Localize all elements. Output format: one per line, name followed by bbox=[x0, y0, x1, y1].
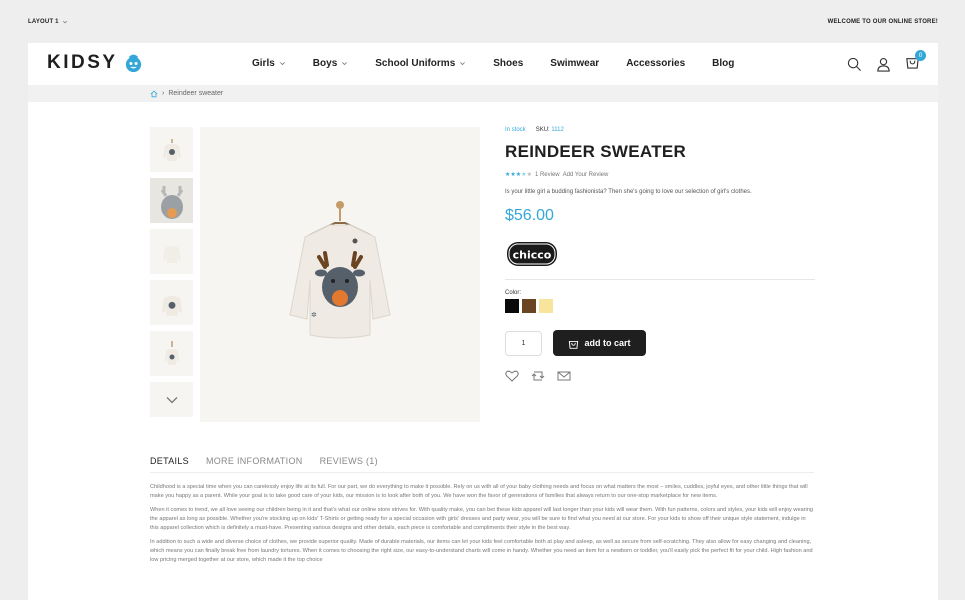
chevron-down-icon bbox=[460, 62, 466, 66]
page: KIDSY Girls Boys School Uniforms Shoes Swimw… bbox=[28, 43, 938, 600]
breadcrumb: › Reindeer sweater bbox=[28, 85, 938, 102]
thumbnail-strip bbox=[150, 127, 193, 423]
reviews-link[interactable]: 1 Review bbox=[535, 172, 560, 178]
tab-more-information[interactable]: MORE INFORMATION bbox=[206, 456, 303, 466]
brand-name: chicco bbox=[513, 249, 552, 262]
thumbnail[interactable] bbox=[150, 127, 193, 172]
product-title: REINDEER SWEATER bbox=[505, 142, 687, 161]
sweater-back-image bbox=[162, 245, 181, 263]
chevron-down-icon[interactable] bbox=[166, 396, 178, 404]
buy-row: add to cart bbox=[505, 330, 817, 356]
compare-icon[interactable] bbox=[531, 370, 545, 382]
details-paragraph: In addition to such a wide and diverse c… bbox=[150, 539, 813, 563]
sku-value: 1112 bbox=[551, 127, 564, 133]
layout-label: LAYOUT 1 bbox=[28, 18, 59, 25]
product-short-description: Is your little girl a budding fashionist… bbox=[505, 189, 752, 195]
nav-item-school-uniforms[interactable]: School Uniforms bbox=[375, 58, 466, 69]
svg-text:✲: ✲ bbox=[311, 311, 317, 319]
nav-item-shoes[interactable]: Shoes bbox=[493, 58, 523, 69]
sku-label: SKU: bbox=[535, 127, 550, 133]
color-label: Color: bbox=[505, 290, 522, 296]
add-review-link[interactable]: Add Your Review bbox=[563, 172, 609, 178]
breadcrumb-current: Reindeer sweater bbox=[168, 90, 224, 97]
rating-stars: ★★★★★ bbox=[505, 171, 532, 178]
chevron-down-icon bbox=[279, 62, 285, 66]
sweater-image bbox=[162, 138, 181, 161]
cart-button[interactable]: 0 bbox=[905, 50, 926, 74]
stock-status: In stock bbox=[505, 127, 526, 133]
nav-item-swimwear[interactable]: Swimwear bbox=[550, 58, 599, 69]
logo-text: KIDSY bbox=[47, 52, 118, 73]
cart-bag-icon bbox=[569, 340, 579, 349]
user-icon[interactable] bbox=[876, 57, 891, 72]
quantity-input[interactable] bbox=[505, 330, 542, 356]
color-swatch[interactable] bbox=[539, 299, 553, 313]
product-info: In stock SKU: 1112 REINDEER SWEATER ★★★★… bbox=[505, 127, 817, 382]
thumbnail[interactable] bbox=[150, 382, 193, 417]
thumbnail[interactable] bbox=[150, 178, 193, 223]
details-content: Childhood is a special time when you can… bbox=[150, 483, 814, 570]
thumbnail[interactable] bbox=[150, 280, 193, 325]
nav-item-label: Accessories bbox=[626, 58, 686, 69]
nav-item-blog[interactable]: Blog bbox=[712, 58, 734, 69]
stock-line: In stock SKU: 1112 bbox=[505, 127, 817, 133]
divider bbox=[505, 279, 815, 280]
nav-item-label: Shoes bbox=[493, 58, 524, 69]
details-paragraph: When it comes to trend, we all love seei… bbox=[150, 507, 814, 531]
sweater-hanging-image bbox=[164, 340, 179, 365]
brand-logo[interactable]: chicco bbox=[505, 240, 559, 268]
layout-switcher[interactable]: LAYOUT 1 bbox=[28, 19, 68, 25]
nav-item-label: Girls bbox=[252, 58, 275, 69]
home-icon[interactable] bbox=[150, 90, 158, 98]
cart-count-badge: 0 bbox=[915, 50, 926, 61]
add-to-cart-button[interactable]: add to cart bbox=[553, 330, 646, 356]
thumbnail[interactable] bbox=[150, 331, 193, 376]
reindeer-sweater-image: ✲ bbox=[289, 200, 391, 338]
add-to-cart-label: add to cart bbox=[584, 338, 631, 348]
chevron-down-icon bbox=[62, 20, 67, 23]
heart-icon[interactable] bbox=[505, 370, 519, 382]
tab-details[interactable]: DETAILS bbox=[150, 456, 189, 466]
color-swatch[interactable] bbox=[505, 299, 519, 313]
reindeer-detail-image bbox=[160, 185, 183, 219]
thumbnail[interactable] bbox=[150, 229, 193, 274]
star-icon: ★ bbox=[526, 172, 532, 178]
tab-reviews[interactable]: REVIEWS (1) bbox=[320, 456, 378, 466]
color-swatches bbox=[505, 299, 817, 313]
details-paragraph: Childhood is a special time when you can… bbox=[150, 484, 808, 499]
top-bar: LAYOUT 1 WELCOME TO OUR ONLINE STORE! bbox=[0, 0, 965, 43]
nav-item-label: Boys bbox=[312, 58, 338, 69]
search-icon[interactable] bbox=[847, 57, 862, 72]
header-icons: 0 bbox=[847, 50, 926, 74]
header: KIDSY Girls Boys School Uniforms Shoes Swimw… bbox=[28, 43, 938, 85]
nav-item-label: School Uniforms bbox=[375, 58, 456, 69]
nav-item-label: Blog bbox=[712, 58, 735, 69]
product-price: $56.00 bbox=[505, 207, 554, 224]
rating-summary: ★★★★★ 1 Review Add Your Review bbox=[505, 171, 817, 179]
nav-item-label: Swimwear bbox=[550, 58, 600, 69]
nav-item-accessories[interactable]: Accessories bbox=[626, 58, 685, 69]
main-product-image[interactable]: ✲ bbox=[200, 127, 480, 422]
kid-face-icon bbox=[125, 54, 141, 72]
breadcrumb-separator: › bbox=[162, 90, 165, 97]
chevron-down-icon bbox=[342, 62, 348, 66]
sweater-image bbox=[161, 295, 182, 316]
main-nav: Girls Boys School Uniforms Shoes Swimwear Acc… bbox=[252, 58, 761, 69]
star-icon: ★ bbox=[521, 172, 527, 178]
logo[interactable]: KIDSY bbox=[47, 52, 143, 74]
product-actions bbox=[505, 370, 817, 382]
color-swatch[interactable] bbox=[522, 299, 536, 313]
email-icon[interactable] bbox=[557, 370, 571, 382]
welcome-message: WELCOME TO OUR ONLINE STORE! bbox=[827, 18, 938, 25]
nav-item-girls[interactable]: Girls bbox=[252, 58, 286, 69]
product-tabs: DETAILS MORE INFORMATION REVIEWS (1) bbox=[150, 456, 814, 473]
nav-item-boys[interactable]: Boys bbox=[313, 58, 348, 69]
